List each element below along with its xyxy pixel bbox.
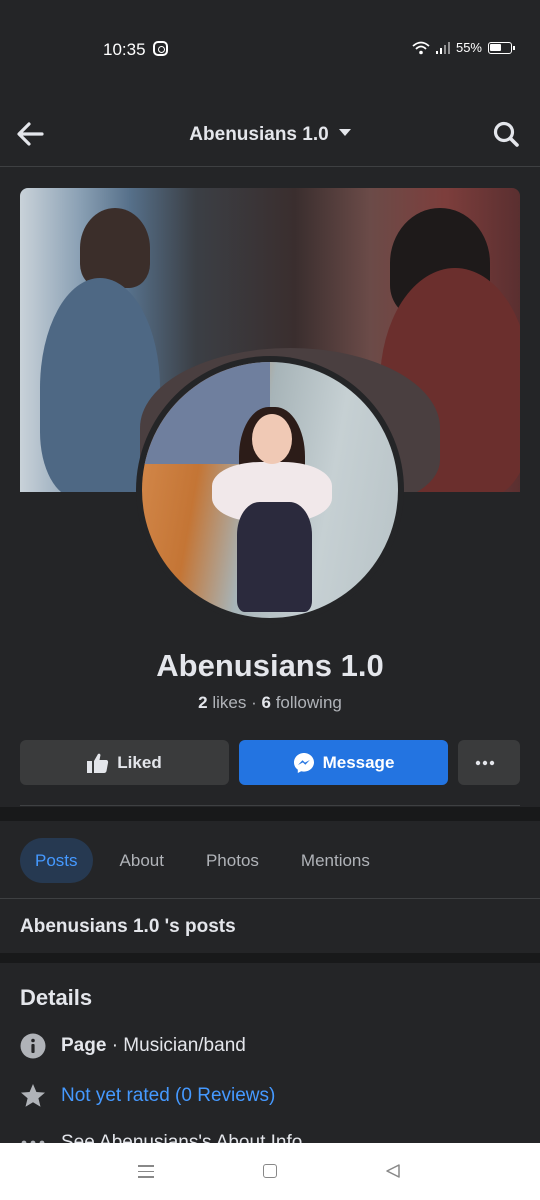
- divider: [0, 898, 540, 899]
- recent-apps-icon[interactable]: [138, 1165, 154, 1182]
- stats-separator: ·: [251, 693, 257, 712]
- status-icons: 55%: [412, 40, 515, 55]
- following-count: 6: [261, 693, 271, 712]
- signal-icon: [435, 41, 450, 54]
- tab-photos[interactable]: Photos: [191, 838, 274, 883]
- divider: [20, 805, 520, 806]
- avatar-subject-dress: [237, 502, 312, 612]
- likes-count: 2: [198, 693, 208, 712]
- caret-down-icon: [338, 129, 351, 137]
- liked-button[interactable]: Liked: [20, 740, 229, 785]
- detail-rating[interactable]: Not yet rated (0 Reviews): [20, 1083, 275, 1109]
- messenger-icon: [293, 752, 314, 773]
- home-icon[interactable]: [263, 1164, 277, 1178]
- avatar-subject-face: [252, 414, 292, 464]
- info-icon: [20, 1033, 46, 1059]
- status-bar: 10:35 55%: [0, 0, 540, 100]
- status-time: 10:35: [103, 40, 146, 59]
- instagram-notification-icon: [153, 41, 168, 56]
- app-bar: Abenusians 1.0: [0, 100, 540, 167]
- page-title: Abenusians 1.0: [156, 648, 384, 683]
- section-separator: [0, 953, 540, 963]
- system-nav-bar: [0, 1143, 540, 1200]
- profile-picture-image: [142, 362, 398, 618]
- detail-page-label: Page: [61, 1035, 107, 1056]
- page-switcher[interactable]: Abenusians 1.0: [0, 124, 540, 146]
- liked-button-label: Liked: [117, 752, 162, 772]
- back-triangle-icon[interactable]: [385, 1163, 401, 1179]
- likes-label: likes: [212, 693, 247, 712]
- details-heading: Details: [20, 985, 93, 1010]
- following-label: following: [275, 693, 342, 712]
- tab-mentions[interactable]: Mentions: [286, 838, 385, 883]
- cover-bg-figure: [80, 208, 150, 288]
- tab-about[interactable]: About: [105, 838, 179, 883]
- search-icon[interactable]: [492, 120, 520, 148]
- battery-percent: 55%: [455, 40, 482, 55]
- more-options-button[interactable]: [458, 740, 520, 785]
- detail-page-category-text: · Musician/band: [111, 1035, 246, 1056]
- battery-icon: [488, 41, 515, 54]
- message-button-label: Message: [322, 752, 395, 772]
- profile-tabs: Posts About Photos Mentions: [20, 838, 397, 883]
- page-stats: 2 likes · 6 following: [0, 693, 540, 713]
- thumbs-up-icon: [87, 753, 109, 773]
- rating-link[interactable]: Not yet rated (0 Reviews): [61, 1085, 275, 1107]
- more-dots-icon: [475, 760, 495, 765]
- posts-heading: Abenusians 1.0 's posts: [20, 916, 236, 937]
- star-icon: [20, 1083, 46, 1109]
- app-bar-title: Abenusians 1.0: [189, 124, 329, 145]
- tab-posts[interactable]: Posts: [20, 838, 93, 883]
- profile-picture[interactable]: [136, 356, 404, 624]
- section-separator: [0, 807, 540, 821]
- message-button[interactable]: Message: [239, 740, 448, 785]
- detail-page-category: Page · Musician/band: [20, 1033, 246, 1059]
- wifi-icon: [412, 41, 430, 54]
